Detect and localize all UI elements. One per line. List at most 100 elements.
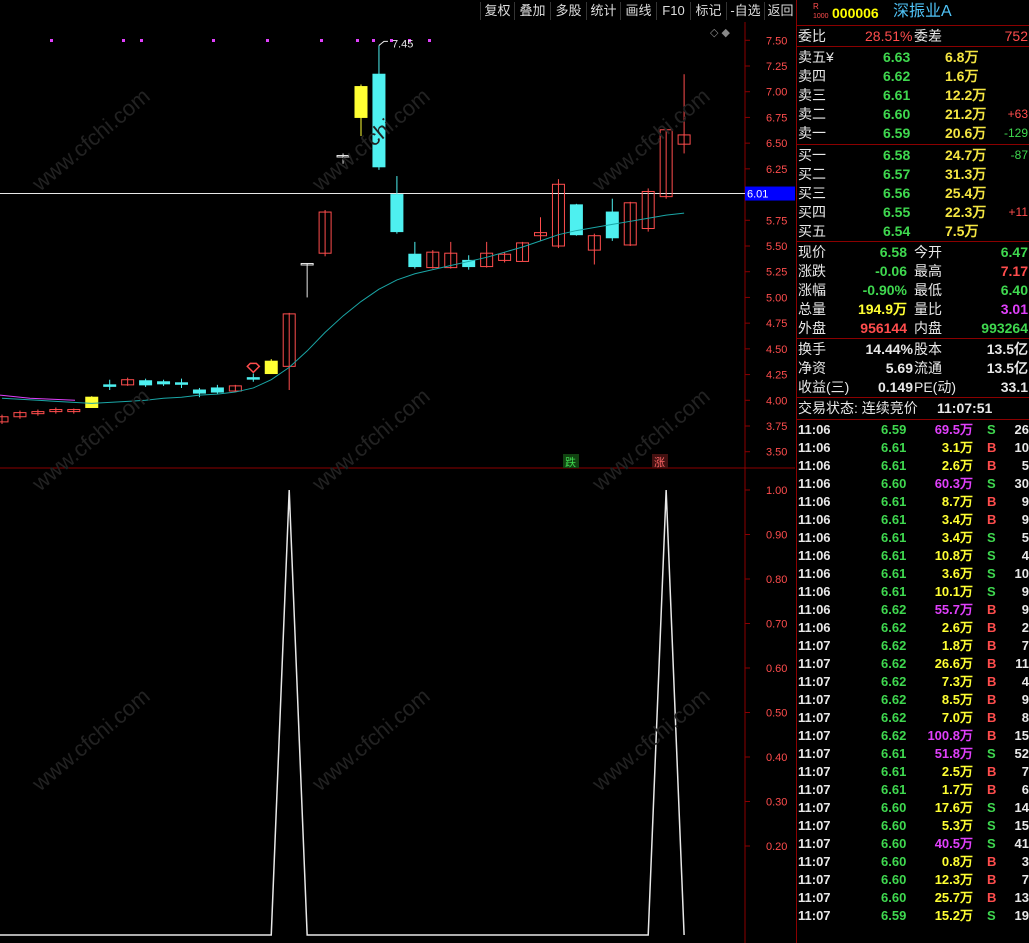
down-marker: 跌 (565, 455, 576, 469)
sub-y-tick-label: 0.60 (766, 663, 787, 675)
trade-count: 11 (1015, 656, 1029, 671)
stat-value: 13.5亿 (986, 341, 1028, 357)
trade-row[interactable]: 11:07 6.60 25.7万 B 13 (797, 889, 1029, 907)
kline-chart[interactable]: 7.507.257.006.756.506.256.005.755.505.25… (0, 22, 795, 943)
trade-count: 15 (1014, 728, 1029, 743)
trade-row[interactable]: 11:06 6.61 8.7万 B 9 (797, 493, 1029, 511)
watermark: www.cfchi.com (586, 83, 714, 196)
trade-side: B (987, 512, 997, 527)
level-change: +63 (1007, 107, 1028, 121)
trade-volume: 0.8万 (941, 854, 973, 869)
trade-row[interactable]: 11:06 6.61 2.6万 B 5 (797, 457, 1029, 475)
level-change: -87 (1010, 148, 1028, 162)
trade-side: B (987, 638, 997, 653)
trade-side: S (987, 530, 996, 545)
level-volume: 12.2万 (945, 87, 987, 103)
trade-row[interactable]: 11:07 6.59 15.2万 S 19 (797, 907, 1029, 925)
trade-row[interactable]: 11:07 6.62 100.8万 B 15 (797, 727, 1029, 745)
trade-volume: 8.5万 (941, 692, 973, 707)
buy-level-3[interactable]: 买三 6.56 25.4万 (797, 184, 1029, 203)
toolbar-button-4[interactable]: 画线 (620, 2, 656, 20)
trade-time: 11:07 (798, 674, 831, 689)
trade-row[interactable]: 11:07 6.60 40.5万 S 41 (797, 835, 1029, 853)
signal-dot (122, 39, 125, 42)
trade-price: 6.61 (881, 584, 907, 599)
stat-label: 涨跌 (798, 263, 826, 279)
trade-count: 30 (1014, 476, 1029, 491)
trade-row[interactable]: 11:07 6.60 0.8万 B 3 (797, 853, 1029, 871)
y-tick-label: 6.50 (766, 138, 787, 150)
level-volume: 20.6万 (945, 125, 987, 141)
watermark: www.cfchi.com (586, 683, 714, 796)
toolbar-button-7[interactable]: -自选 (726, 2, 764, 20)
toolbar-button-0[interactable]: 复权 (480, 2, 514, 20)
trade-price: 6.62 (881, 656, 907, 671)
trade-row[interactable]: 11:07 6.62 26.6万 B 11 (797, 655, 1029, 673)
toolbar-button-2[interactable]: 多股 (550, 2, 586, 20)
trade-row[interactable]: 11:07 6.62 1.8万 B 7 (797, 637, 1029, 655)
trade-time: 11:06 (798, 476, 831, 491)
trade-row[interactable]: 11:06 6.62 55.7万 B 9 (797, 601, 1029, 619)
level-volume: 6.8万 (945, 49, 979, 65)
trade-row[interactable]: 11:06 6.61 3.6万 S 10 (797, 565, 1029, 583)
sell-level-2[interactable]: 卖二 6.60 21.2万 +63 (797, 105, 1029, 124)
trade-row[interactable]: 11:07 6.61 1.7万 B 6 (797, 781, 1029, 799)
trade-row[interactable]: 11:07 6.61 51.8万 S 52 (797, 745, 1029, 763)
sell-level-3[interactable]: 卖三 6.61 12.2万 (797, 86, 1029, 105)
stat-label: 换手 (798, 341, 826, 357)
stock-header: R 1000 000006 深振业A (797, 2, 1029, 24)
kline-svg[interactable]: 7.507.257.006.756.506.256.005.755.505.25… (0, 22, 795, 943)
trade-row[interactable]: 11:07 6.62 7.3万 B 4 (797, 673, 1029, 691)
trade-row[interactable]: 11:07 6.60 5.3万 S 15 (797, 817, 1029, 835)
sub-y-tick-label: 1.00 (766, 485, 787, 497)
trade-count: 4 (1021, 674, 1029, 689)
trade-row[interactable]: 11:07 6.61 2.5万 B 7 (797, 763, 1029, 781)
trade-row[interactable]: 11:06 6.61 10.1万 S 9 (797, 583, 1029, 601)
trade-time: 11:07 (798, 854, 831, 869)
sub-y-tick-label: 0.30 (766, 797, 787, 809)
trade-row[interactable]: 11:07 6.62 7.0万 B 8 (797, 709, 1029, 727)
trade-side: S (987, 548, 996, 563)
trade-row[interactable]: 11:06 6.61 3.4万 B 9 (797, 511, 1029, 529)
weicha-value: 752 (1004, 28, 1028, 44)
trade-time: 11:07 (798, 800, 831, 815)
toolbar-button-1[interactable]: 叠加 (514, 2, 550, 20)
trade-row[interactable]: 11:06 6.61 3.4万 S 5 (797, 529, 1029, 547)
trade-time: 11:06 (798, 584, 831, 599)
y-tick-label: 7.50 (766, 35, 787, 47)
buy-level-1[interactable]: 买一 6.58 24.7万 -87 (797, 146, 1029, 165)
buy-level-2[interactable]: 买二 6.57 31.3万 (797, 165, 1029, 184)
sell-level-5[interactable]: 卖五¥ 6.63 6.8万 (797, 48, 1029, 67)
sell-level-1[interactable]: 卖一 6.59 20.6万 -129 (797, 124, 1029, 143)
trade-time: 11:07 (798, 638, 831, 653)
trade-row[interactable]: 11:06 6.62 2.6万 B 2 (797, 619, 1029, 637)
trade-volume: 7.3万 (941, 674, 973, 689)
trade-price: 6.61 (881, 494, 907, 509)
trade-time: 11:07 (798, 692, 831, 707)
toolbar-button-3[interactable]: 统计 (586, 2, 620, 20)
toolbar-button-6[interactable]: 标记 (690, 2, 726, 20)
trade-row[interactable]: 11:07 6.60 17.6万 S 14 (797, 799, 1029, 817)
sell-level-4[interactable]: 卖四 6.62 1.6万 (797, 67, 1029, 86)
stat-value: 5.69 (885, 360, 913, 376)
sub-y-tick-label: 0.20 (766, 841, 787, 853)
level-label: 卖一 (798, 125, 826, 141)
trade-price: 6.61 (881, 440, 907, 455)
trade-row[interactable]: 11:07 6.60 12.3万 B 7 (797, 871, 1029, 889)
trade-row[interactable]: 11:07 6.62 8.5万 B 9 (797, 691, 1029, 709)
trade-row[interactable]: 11:06 6.61 3.1万 B 10 (797, 439, 1029, 457)
trade-row[interactable]: 11:06 6.60 60.3万 S 30 (797, 475, 1029, 493)
trade-price: 6.61 (881, 512, 907, 527)
toolbar-button-5[interactable]: F10 (656, 2, 690, 20)
trade-volume: 17.6万 (934, 800, 973, 815)
trade-time: 11:07 (798, 656, 831, 671)
trade-side: B (987, 890, 997, 905)
trade-row[interactable]: 11:06 6.61 10.8万 S 4 (797, 547, 1029, 565)
trade-time: 11:06 (798, 494, 831, 509)
trade-row[interactable]: 11:06 6.59 69.5万 S 26 (797, 421, 1029, 439)
buy-level-5[interactable]: 买五 6.54 7.5万 (797, 222, 1029, 241)
toolbar-button-8[interactable]: 返回 (764, 2, 796, 20)
buy-level-4[interactable]: 买四 6.55 22.3万 +11 (797, 203, 1029, 222)
level-price: 6.60 (883, 106, 911, 122)
up-marker: 涨 (654, 456, 665, 469)
